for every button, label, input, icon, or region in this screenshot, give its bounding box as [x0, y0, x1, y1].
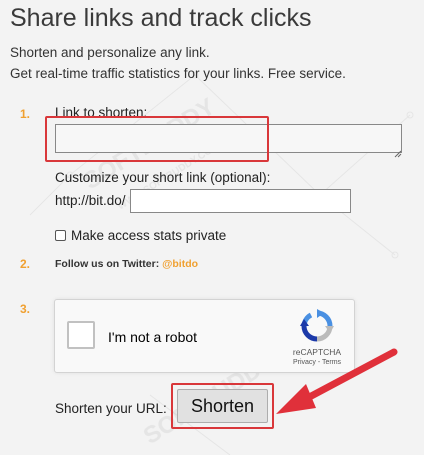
recaptcha-widget: I'm not a robot reCAPTCHA Privacy - Term…: [54, 299, 355, 373]
step-number: 3.: [20, 302, 31, 316]
page-title: Share links and track clicks: [10, 4, 312, 32]
url-prefix: http://bit.do/: [55, 193, 126, 208]
twitter-follow-text: Follow us on Twitter:: [55, 258, 163, 270]
customize-label: Customize your short link (optional):: [55, 170, 271, 185]
recaptcha-links[interactable]: Privacy - Terms: [281, 359, 353, 366]
shorten-button[interactable]: Shorten: [177, 389, 268, 423]
recaptcha-checkbox[interactable]: [67, 321, 95, 349]
twitter-handle-link[interactable]: @bitdo: [162, 258, 198, 270]
private-stats-checkbox[interactable]: [55, 230, 66, 241]
page-subtitle: Shorten and personalize any link.: [10, 45, 210, 60]
recaptcha-brand: reCAPTCHA: [292, 347, 342, 357]
custom-link-input[interactable]: [130, 189, 351, 213]
private-stats-option[interactable]: Make access stats private: [55, 228, 226, 243]
step-number: 2.: [20, 257, 31, 271]
recaptcha-label: I'm not a robot: [108, 329, 198, 345]
link-input[interactable]: [55, 124, 402, 153]
resize-handle-icon[interactable]: [394, 145, 402, 158]
shorten-label: Shorten your URL:: [55, 401, 167, 416]
step-number: 1.: [20, 107, 31, 121]
twitter-follow: Follow us on Twitter: @bitdo: [55, 258, 198, 270]
private-stats-label: Make access stats private: [71, 228, 227, 243]
link-label: Link to shorten:: [55, 105, 148, 120]
page-subtitle: Get real-time traffic statistics for you…: [10, 66, 346, 81]
recaptcha-logo-icon: [300, 309, 334, 342]
